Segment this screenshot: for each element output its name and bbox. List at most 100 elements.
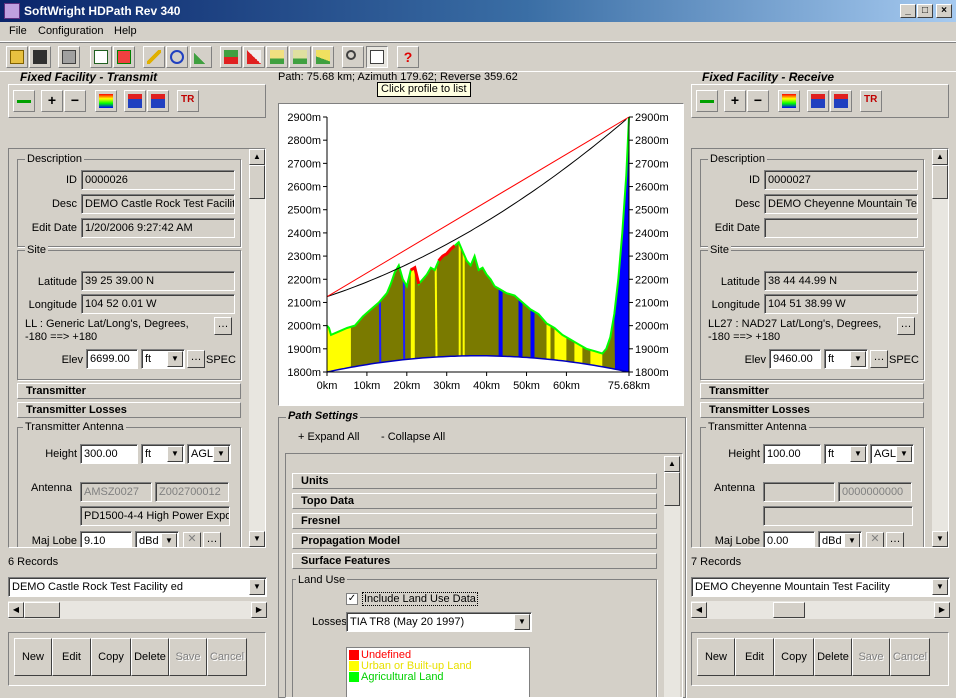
left-antenna-code1[interactable]: AMSZ0027 bbox=[80, 482, 152, 502]
left-export-button[interactable] bbox=[147, 90, 169, 112]
right-export-button[interactable] bbox=[830, 90, 852, 112]
left-delete-button[interactable]: Delete bbox=[131, 638, 169, 676]
right-lat-field[interactable]: 38 44 44.99 N bbox=[764, 271, 918, 291]
left-transmitter-losses-header[interactable]: Transmitter Losses bbox=[17, 402, 241, 418]
left-lobe-unit-select[interactable]: dBd ▼ bbox=[135, 531, 179, 547]
left-lon-field[interactable]: 104 52 0.01 W bbox=[81, 294, 235, 314]
profile-chart[interactable]: 1800m 1800m 1900m 1900m 2000m 2000m 2100m 2100m… bbox=[278, 103, 684, 406]
left-new-button[interactable]: New bbox=[14, 638, 52, 676]
include-land-use-label[interactable]: Include Land Use Data bbox=[362, 592, 478, 606]
swap-button[interactable] bbox=[113, 46, 135, 68]
right-desc-field[interactable]: DEMO Cheyenne Mountain Te bbox=[764, 194, 918, 214]
left-hscroll-right[interactable]: ▶ bbox=[251, 602, 267, 618]
pencil-button[interactable] bbox=[143, 46, 165, 68]
right-hscroll-thumb[interactable] bbox=[773, 602, 805, 618]
left-lobe-field[interactable]: 9.10 bbox=[80, 531, 132, 547]
left-id-field[interactable]: 0000026 bbox=[81, 170, 235, 190]
surface-features-header[interactable]: Surface Features bbox=[292, 553, 657, 569]
right-add-button[interactable]: + bbox=[724, 90, 746, 112]
chart4-button[interactable] bbox=[289, 46, 311, 68]
propagation-model-header[interactable]: Propagation Model bbox=[292, 533, 657, 549]
list-button[interactable] bbox=[366, 46, 388, 68]
expand-all-link[interactable]: + Expand All bbox=[298, 431, 359, 443]
right-hscroll-right[interactable]: ▶ bbox=[934, 602, 950, 618]
save-file-button[interactable] bbox=[29, 46, 51, 68]
right-transmitter-header[interactable]: Transmitter bbox=[700, 383, 924, 399]
chart5-button[interactable] bbox=[312, 46, 334, 68]
right-vscroll[interactable] bbox=[932, 149, 948, 547]
left-height-field[interactable]: 300.00 bbox=[80, 444, 138, 464]
left-cancel-button[interactable]: Cancel bbox=[207, 638, 247, 676]
left-lobe-button[interactable]: … bbox=[203, 532, 221, 547]
left-transmitter-header[interactable]: Transmitter bbox=[17, 383, 241, 399]
right-vscroll-up[interactable]: ▲ bbox=[932, 149, 948, 165]
right-hscroll-left[interactable]: ◀ bbox=[691, 602, 707, 618]
right-import-button[interactable] bbox=[807, 90, 829, 112]
left-datum-button[interactable]: … bbox=[214, 317, 232, 335]
right-transmitter-losses-header[interactable]: Transmitter Losses bbox=[700, 402, 924, 418]
left-hscroll-thumb[interactable] bbox=[24, 602, 60, 618]
right-lobe-unit-select[interactable]: dBd ▼ bbox=[818, 531, 862, 547]
left-add-button[interactable]: + bbox=[41, 90, 63, 112]
settings-vscroll-thumb[interactable] bbox=[664, 472, 680, 506]
left-record-select[interactable]: DEMO Castle Rock Test Facility ed ▼ bbox=[8, 577, 267, 597]
right-antenna-code2[interactable]: 0000000000 bbox=[838, 482, 912, 502]
collapse-all-link[interactable]: - Collapse All bbox=[381, 431, 445, 443]
left-vscroll[interactable] bbox=[249, 149, 265, 547]
close-button[interactable]: × bbox=[936, 4, 952, 18]
left-hscroll[interactable]: ◀ ▶ bbox=[8, 601, 267, 619]
left-elev-field[interactable]: 6699.00 bbox=[86, 349, 138, 369]
right-antenna-code1[interactable] bbox=[763, 482, 835, 502]
right-delete-button[interactable]: Delete bbox=[814, 638, 852, 676]
left-edit-field[interactable]: 1/20/2006 9:27:42 AM bbox=[81, 218, 235, 238]
right-height-ref-select[interactable]: AGL ▼ bbox=[870, 444, 914, 464]
right-new-button[interactable]: New bbox=[697, 638, 735, 676]
right-lon-field[interactable]: 104 51 38.99 W bbox=[764, 294, 918, 314]
right-lobe-field[interactable]: 0.00 bbox=[763, 531, 815, 547]
left-lat-field[interactable]: 39 25 39.00 N bbox=[81, 271, 235, 291]
left-measure-button[interactable] bbox=[13, 90, 35, 112]
left-elev-unit-select[interactable]: ft ▼ bbox=[141, 349, 185, 369]
left-antenna-model[interactable]: PD1500-4-4 High Power Expo bbox=[80, 506, 230, 526]
left-edit-button[interactable]: Edit bbox=[52, 638, 91, 676]
right-edit-button[interactable]: Edit bbox=[735, 638, 774, 676]
print-button[interactable] bbox=[58, 46, 80, 68]
right-lobe-clear-button[interactable]: ✕ bbox=[866, 532, 884, 547]
menu-help[interactable]: Help bbox=[114, 25, 137, 37]
left-vscroll-down[interactable]: ▼ bbox=[249, 531, 265, 547]
chart3-button[interactable] bbox=[266, 46, 288, 68]
right-remove-button[interactable]: − bbox=[747, 90, 769, 112]
left-height-unit-select[interactable]: ft ▼ bbox=[141, 444, 185, 464]
left-vscroll-thumb[interactable] bbox=[249, 165, 265, 199]
left-copy-button[interactable]: Copy bbox=[91, 638, 131, 676]
left-tr-button[interactable]: TR bbox=[177, 90, 199, 112]
left-elev-button[interactable]: … bbox=[187, 350, 205, 368]
chart1-button[interactable] bbox=[220, 46, 242, 68]
right-lobe-button[interactable]: … bbox=[886, 532, 904, 547]
right-elev-unit-select[interactable]: ft ▼ bbox=[824, 349, 868, 369]
right-colors-button[interactable] bbox=[778, 90, 800, 112]
menu-configuration[interactable]: Configuration bbox=[38, 25, 103, 37]
right-elev-field[interactable]: 9460.00 bbox=[769, 349, 821, 369]
left-lobe-clear-button[interactable]: ✕ bbox=[183, 532, 201, 547]
menu-file[interactable]: File bbox=[9, 25, 27, 37]
right-measure-button[interactable] bbox=[696, 90, 718, 112]
right-save-button[interactable]: Save bbox=[852, 638, 890, 676]
left-antenna-code2[interactable]: Z002700012 bbox=[155, 482, 229, 502]
include-land-use-checkbox[interactable]: ✓ bbox=[346, 593, 358, 605]
left-remove-button[interactable]: − bbox=[64, 90, 86, 112]
help-button[interactable]: ? bbox=[397, 46, 419, 68]
fresnel-header[interactable]: Fresnel bbox=[292, 513, 657, 529]
right-antenna-model[interactable] bbox=[763, 506, 913, 526]
right-height-field[interactable]: 100.00 bbox=[763, 444, 821, 464]
profile-button[interactable] bbox=[190, 46, 212, 68]
right-elev-button[interactable]: … bbox=[870, 350, 888, 368]
open-button[interactable] bbox=[6, 46, 28, 68]
left-height-ref-select[interactable]: AGL ▼ bbox=[187, 444, 231, 464]
left-import-button[interactable] bbox=[124, 90, 146, 112]
minimize-button[interactable]: _ bbox=[900, 4, 916, 18]
left-hscroll-left[interactable]: ◀ bbox=[8, 602, 24, 618]
right-vscroll-thumb[interactable] bbox=[932, 165, 948, 199]
right-record-select[interactable]: DEMO Cheyenne Mountain Test Facility ▼ bbox=[691, 577, 950, 597]
find-button[interactable] bbox=[342, 46, 364, 68]
